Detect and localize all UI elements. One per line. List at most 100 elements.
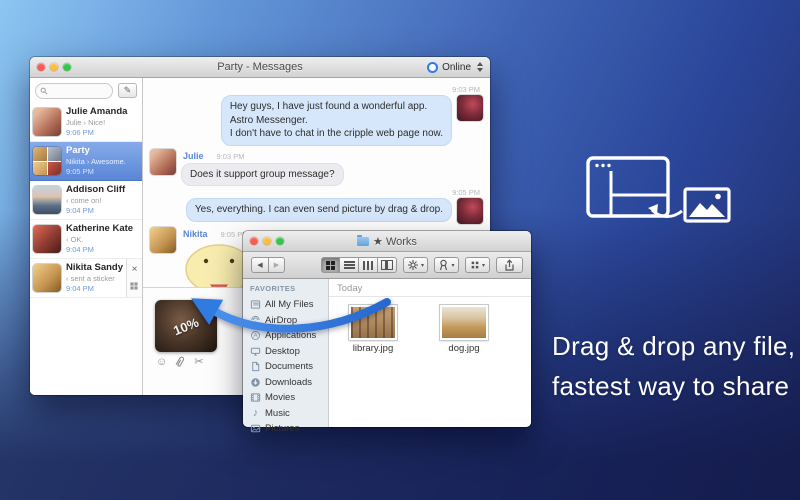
finder-titlebar[interactable]: ★ Works xyxy=(243,231,531,252)
contact-preview: ‹ sent a sticker xyxy=(66,274,123,284)
back-icon: ◀ xyxy=(257,261,262,269)
action-gear-button[interactable]: ▾ xyxy=(403,257,428,273)
upload-progress-label: 10% xyxy=(171,314,201,338)
attach-paperclip-icon[interactable] xyxy=(174,355,188,370)
documents-icon xyxy=(250,361,261,372)
finder-body: FAVORITES All My Files AirDrop A Applica… xyxy=(243,279,531,427)
sidebar-item-applications[interactable]: A Applications xyxy=(250,328,328,344)
scissors-screenshot-icon[interactable]: ✂ xyxy=(194,357,203,368)
finder-sidebar: FAVORITES All My Files AirDrop A Applica… xyxy=(243,279,329,427)
desktop-background: Party - Messages Online ✎ xyxy=(0,0,800,500)
sidebar-item-desktop[interactable]: Desktop xyxy=(250,344,328,360)
attachment-upload-thumbnail[interactable]: 10% xyxy=(155,300,217,352)
message-bubble: Hey guys, I have just found a wonderful … xyxy=(221,95,452,146)
contact-name: Julie Amanda xyxy=(66,106,127,118)
tags-ribbon-button[interactable]: ▾ xyxy=(434,257,459,273)
contact-name: Nikita Sandy xyxy=(66,262,123,274)
message-incoming-sticker: Nikita 9:05 PM xyxy=(150,227,257,287)
conversation-row-katherine-kate[interactable]: Katherine Kate ‹ OK. 9:04 PM xyxy=(30,220,142,259)
conversation-hover-actions: × xyxy=(126,259,142,297)
messenger-titlebar[interactable]: Party - Messages Online xyxy=(30,57,490,78)
avatar xyxy=(33,186,61,214)
popup-stepper-icon xyxy=(477,62,483,72)
message-outgoing: 9:03 PM Hey guys, I have just found a wo… xyxy=(221,83,483,146)
applications-icon: A xyxy=(250,330,261,341)
arrange-grid-button[interactable]: ▾ xyxy=(465,257,490,273)
close-window-button[interactable] xyxy=(37,63,45,71)
messenger-window-title: Party - Messages xyxy=(30,61,490,73)
contact-name: Party xyxy=(66,145,126,157)
sidebar-toolbar: ✎ xyxy=(30,78,142,103)
share-icon xyxy=(503,259,516,272)
avatar xyxy=(33,225,61,253)
coverflow-view-button[interactable] xyxy=(378,257,397,273)
file-name: dog.jpg xyxy=(432,343,496,354)
message-incoming: Julie 9:03 PM Does it support group mess… xyxy=(150,149,344,187)
close-conversation-icon[interactable]: × xyxy=(132,265,138,275)
share-button[interactable] xyxy=(496,257,523,273)
message-timestamp: 9:05 PM xyxy=(452,188,480,197)
column-view-button[interactable] xyxy=(359,257,378,273)
icon-view-button[interactable] xyxy=(321,257,340,273)
search-input[interactable] xyxy=(35,83,113,99)
new-message-button[interactable]: ✎ xyxy=(118,83,137,98)
avatar xyxy=(33,108,61,136)
compose-toolbar: ☺ ✂ xyxy=(156,356,203,368)
avatar xyxy=(457,95,483,121)
pictures-icon xyxy=(250,423,261,434)
message-bubble: Does it support group message? xyxy=(181,163,344,187)
file-thumbnail xyxy=(440,305,488,340)
minimize-window-button[interactable] xyxy=(263,237,271,245)
drag-drop-illustration-icon xyxy=(560,148,745,248)
sticker-menu-icon[interactable] xyxy=(130,282,133,285)
contact-name: Katherine Kate xyxy=(66,223,133,235)
online-status-icon xyxy=(427,62,438,73)
file-library-jpg[interactable]: library.jpg xyxy=(341,305,405,354)
status-label: Online xyxy=(442,62,471,73)
status-popup[interactable]: Online xyxy=(427,57,483,77)
sidebar-item-documents[interactable]: Documents xyxy=(250,359,328,375)
message-timestamp: 9:03 PM xyxy=(452,85,480,94)
compose-icon: ✎ xyxy=(124,86,132,95)
emoji-icon[interactable]: ☺ xyxy=(156,357,167,368)
conversation-row-addison-cliff[interactable]: Addison Cliff ‹ come on! 9:04 PM xyxy=(30,181,142,220)
ribbon-icon xyxy=(438,259,449,271)
sidebar-item-all-my-files[interactable]: All My Files xyxy=(250,297,328,313)
conversation-row-party-selected[interactable]: Party Nikita › Awesome. 9:05 PM xyxy=(30,142,142,181)
all-my-files-icon xyxy=(250,299,261,310)
traffic-lights xyxy=(250,237,284,245)
finder-file-area[interactable]: Today library.jpg dog.jpg xyxy=(329,279,531,427)
file-dog-jpg[interactable]: dog.jpg xyxy=(432,305,496,354)
contact-timestamp: 9:04 PM xyxy=(66,245,133,255)
tags-menu: ▾ xyxy=(434,257,459,273)
group-avatar xyxy=(33,147,61,175)
promo-line-1: Drag & drop any file, xyxy=(552,326,795,366)
sidebar-item-airdrop[interactable]: AirDrop xyxy=(250,313,328,329)
forward-button[interactable]: ▶ xyxy=(268,257,285,273)
list-view-button[interactable] xyxy=(340,257,359,273)
avatar xyxy=(457,198,483,224)
sidebar-item-downloads[interactable]: Downloads xyxy=(250,375,328,391)
sidebar-item-music[interactable]: ♪ Music xyxy=(250,406,328,422)
finder-window-title: ★ Works xyxy=(243,235,531,248)
navigation-buttons: ◀ ▶ xyxy=(251,257,285,273)
conversation-row-julie-amanda[interactable]: Julie Amanda Julie › Nice! 9:06 PM xyxy=(30,103,142,142)
conversation-row-nikita-sandy[interactable]: Nikita Sandy ‹ sent a sticker 9:04 PM × xyxy=(30,259,142,298)
message-bubble: Yes, everything. I can even send picture… xyxy=(186,198,452,222)
file-name: library.jpg xyxy=(341,343,405,354)
back-button[interactable]: ◀ xyxy=(251,257,268,273)
zoom-window-button[interactable] xyxy=(63,63,71,71)
minimize-window-button[interactable] xyxy=(50,63,58,71)
caret-down-icon: ▾ xyxy=(421,262,424,269)
caret-down-icon: ▾ xyxy=(482,262,485,269)
sidebar-item-pictures[interactable]: Pictures xyxy=(250,421,328,437)
forward-icon: ▶ xyxy=(274,261,279,269)
caret-down-icon: ▾ xyxy=(451,262,454,269)
contact-preview: Julie › Nice! xyxy=(66,118,127,128)
desktop-icon xyxy=(250,346,261,357)
sidebar-item-movies[interactable]: Movies xyxy=(250,390,328,406)
grid-view-icon xyxy=(326,261,330,265)
gear-icon xyxy=(407,259,419,271)
close-window-button[interactable] xyxy=(250,237,258,245)
zoom-window-button[interactable] xyxy=(276,237,284,245)
